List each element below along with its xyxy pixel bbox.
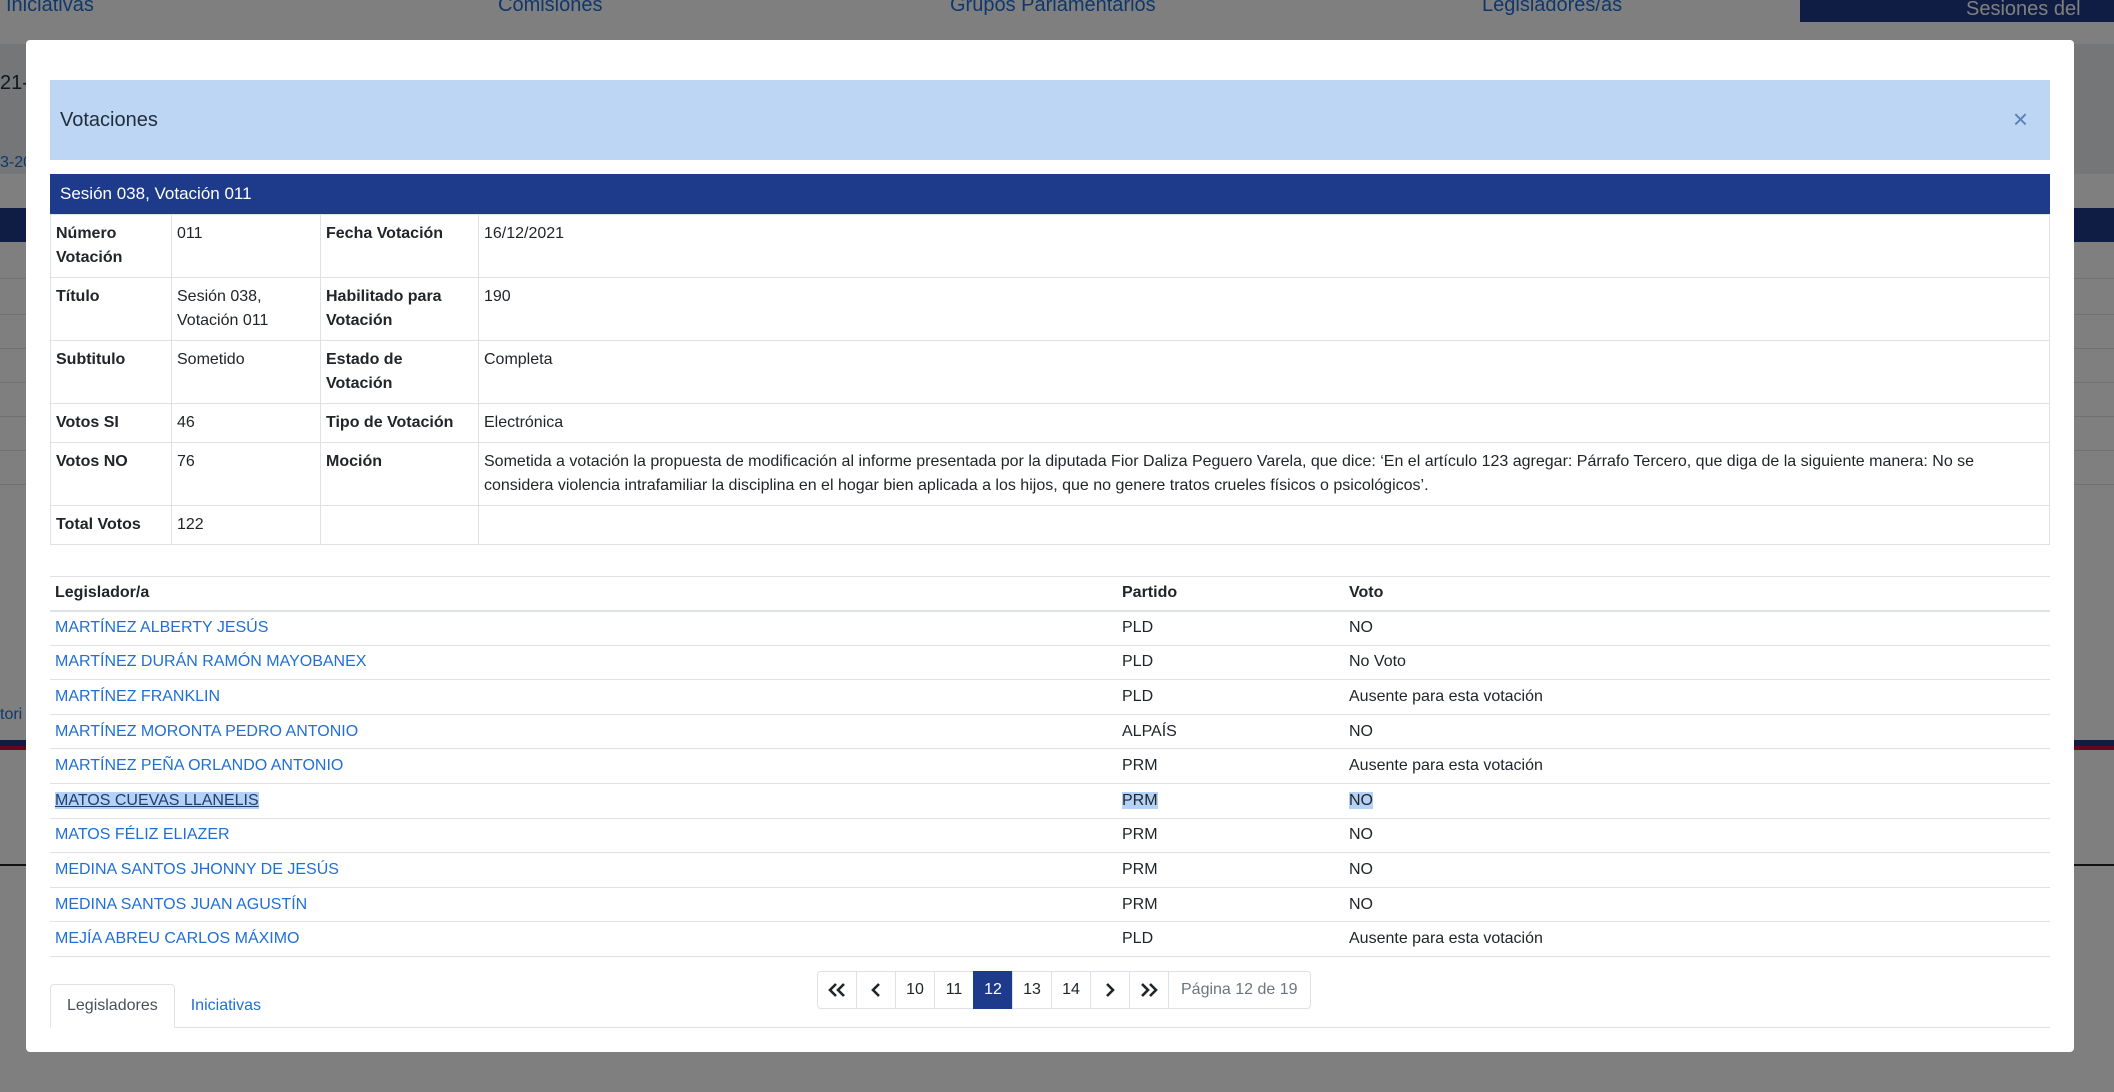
modal-title: Votaciones	[60, 108, 158, 131]
table-row: MEJÍA ABREU CARLOS MÁXIMO PLD Ausente pa…	[50, 921, 2050, 957]
header-voto[interactable]: Voto	[1344, 576, 2050, 612]
legislator-link[interactable]: MARTÍNEZ ALBERTY JESÚS	[55, 619, 268, 636]
estado-label: Estado de Votación	[320, 340, 479, 404]
total-votos-value: 122	[171, 505, 321, 545]
table-row: MARTÍNEZ DURÁN RAMÓN MAYOBANEX PLD No Vo…	[50, 645, 2050, 681]
votaciones-modal: Votaciones × Sesión 038, Votación 011 Nú…	[26, 40, 2074, 1052]
vote-cell: Ausente para esta votación	[1344, 748, 2050, 784]
vote-cell: NO	[1344, 818, 2050, 854]
session-bar: Sesión 038, Votación 011	[50, 174, 2050, 214]
party-cell: ALPAÍS	[1117, 714, 1344, 750]
party-cell: PRM	[1117, 748, 1344, 784]
titulo-label: Título	[50, 277, 172, 341]
table-row: MEDINA SANTOS JHONNY DE JESÚS PRM NO	[50, 852, 2050, 888]
vote-cell: NO	[1344, 887, 2050, 923]
vote-cell: NO	[1349, 791, 1373, 809]
legislators-table: Legislador/a Partido Voto MARTÍNEZ ALBER…	[50, 576, 2050, 957]
votos-no-value: 76	[171, 442, 321, 506]
table-row: MARTÍNEZ MORONTA PEDRO ANTONIO ALPAÍS NO	[50, 714, 2050, 750]
tipo-value: Electrónica	[478, 403, 2050, 443]
vote-cell: Ausente para esta votación	[1344, 921, 2050, 957]
header-legislador[interactable]: Legislador/a	[50, 576, 1117, 612]
legislator-link[interactable]: MEJÍA ABREU CARLOS MÁXIMO	[55, 930, 300, 947]
legislator-link[interactable]: MATOS FÉLIZ ELIAZER	[55, 826, 230, 843]
legislator-link[interactable]: MATOS CUEVAS LLANELIS	[55, 792, 259, 809]
mocion-label: Moción	[320, 442, 479, 506]
close-icon[interactable]: ×	[2013, 106, 2028, 132]
party-cell: PRM	[1117, 887, 1344, 923]
table-row: MATOS FÉLIZ ELIAZER PRM NO	[50, 818, 2050, 854]
tab-legisladores[interactable]: Legisladores	[50, 984, 175, 1028]
numero-label: Número Votación	[50, 214, 172, 278]
estado-value: Completa	[478, 340, 2050, 404]
table-row: MARTÍNEZ FRANKLIN PLD Ausente para esta …	[50, 679, 2050, 715]
numero-value: 011	[171, 214, 321, 278]
legislator-link[interactable]: MEDINA SANTOS JUAN AGUSTÍN	[55, 896, 307, 913]
subtitulo-value: Sometido	[171, 340, 321, 404]
vote-cell: NO	[1344, 610, 2050, 646]
table-row-selected: MATOS CUEVAS LLANELIS PRM NO	[50, 783, 2050, 819]
mocion-value: Sometida a votación la propuesta de modi…	[478, 442, 2050, 506]
legislator-link[interactable]: MARTÍNEZ FRANKLIN	[55, 688, 220, 705]
modal-header: Votaciones ×	[50, 80, 2050, 160]
party-cell: PRM	[1117, 818, 1344, 854]
bottom-tabs: Legisladores Iniciativas	[50, 984, 2050, 1028]
habilitado-value: 190	[478, 277, 2050, 341]
legislator-link[interactable]: MARTÍNEZ MORONTA PEDRO ANTONIO	[55, 723, 358, 740]
subtitulo-label: Subtitulo	[50, 340, 172, 404]
tab-iniciativas[interactable]: Iniciativas	[175, 984, 277, 1028]
legislator-link[interactable]: MARTÍNEZ PEÑA ORLANDO ANTONIO	[55, 757, 343, 774]
party-cell: PLD	[1117, 921, 1344, 957]
tipo-label: Tipo de Votación	[320, 403, 479, 443]
titulo-value: Sesión 038, Votación 011	[171, 277, 321, 341]
party-cell: PLD	[1117, 645, 1344, 681]
legislator-link[interactable]: MEDINA SANTOS JHONNY DE JESÚS	[55, 861, 339, 878]
votos-si-value: 46	[171, 403, 321, 443]
table-row: MEDINA SANTOS JUAN AGUSTÍN PRM NO	[50, 887, 2050, 923]
total-votos-label: Total Votos	[50, 505, 172, 545]
table-row: MARTÍNEZ PEÑA ORLANDO ANTONIO PRM Ausent…	[50, 748, 2050, 784]
party-cell: PRM	[1117, 852, 1344, 888]
legislator-link[interactable]: MARTÍNEZ DURÁN RAMÓN MAYOBANEX	[55, 653, 366, 670]
vote-cell: Ausente para esta votación	[1344, 679, 2050, 715]
fecha-value: 16/12/2021	[478, 214, 2050, 278]
fecha-label: Fecha Votación	[320, 214, 479, 278]
empty-cell	[320, 505, 479, 545]
table-row: MARTÍNEZ ALBERTY JESÚS PLD NO	[50, 610, 2050, 646]
vote-cell: NO	[1344, 852, 2050, 888]
vote-cell: No Voto	[1344, 645, 2050, 681]
party-cell: PLD	[1117, 679, 1344, 715]
empty-cell	[478, 505, 2050, 545]
votos-no-label: Votos NO	[50, 442, 172, 506]
header-partido[interactable]: Partido	[1117, 576, 1344, 612]
party-cell: PLD	[1117, 610, 1344, 646]
habilitado-label: Habilitado para Votación	[320, 277, 479, 341]
votos-si-label: Votos SI	[50, 403, 172, 443]
party-cell: PRM	[1122, 791, 1158, 809]
vote-details-table: Número Votación 011 Fecha Votación 16/12…	[50, 214, 2050, 545]
vote-cell: NO	[1344, 714, 2050, 750]
